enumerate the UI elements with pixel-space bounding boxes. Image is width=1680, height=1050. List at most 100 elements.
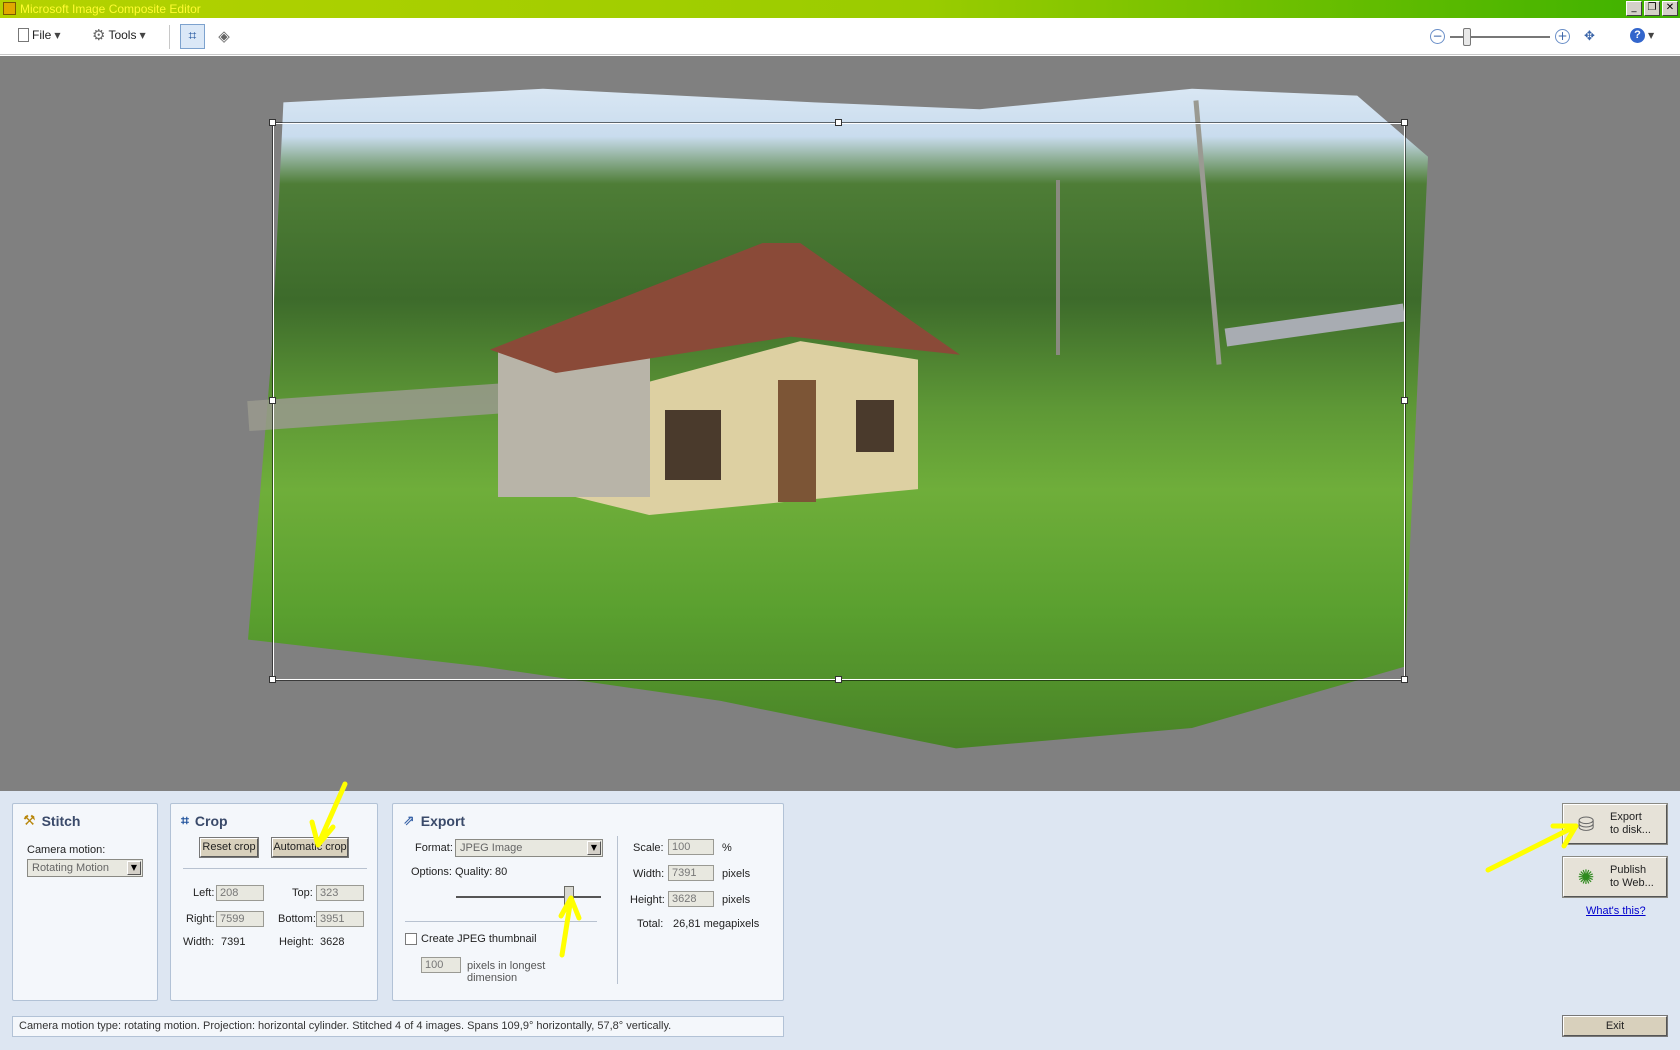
export-title: ⇗ Export — [403, 813, 465, 829]
window-controls: _ ❐ ✕ — [1626, 1, 1678, 16]
chevron-down-icon: ▼ — [54, 30, 61, 40]
export-width-label: Width: — [633, 868, 665, 880]
whats-this-link[interactable]: What's this? — [1586, 905, 1646, 917]
crop-handle-bottom-right[interactable] — [1401, 676, 1408, 683]
window-title: Microsoft Image Composite Editor — [20, 2, 201, 16]
export-panel: ⇗ Export Format: JPEG Image ▼ Options: Q… — [392, 803, 784, 1001]
stitch-icon: ⚒ — [23, 813, 36, 829]
exit-button[interactable]: Exit — [1562, 1015, 1668, 1037]
crop-panel: ⌗ Crop Reset crop Automatic crop Left: 2… — [170, 803, 378, 1001]
file-menu-label: File — [32, 28, 52, 42]
status-bar: Camera motion type: rotating motion. Pro… — [12, 1016, 784, 1037]
format-select[interactable]: JPEG Image ▼ — [455, 839, 603, 857]
zoom-out-button[interactable]: − — [1430, 29, 1445, 44]
toolbar: File ▼ ⚙ Tools ▼ ⌗ ◈ − + ✥ ? ▼ — [0, 19, 1680, 55]
crop-icon: ⌗ — [188, 28, 197, 44]
projection-tool-button[interactable]: ◈ — [214, 26, 234, 46]
crop-height-label: Height: — [279, 936, 314, 948]
export-title-label: Export — [420, 813, 466, 829]
crop-title-label: Crop — [194, 813, 228, 829]
crop-left-label: Left: — [193, 887, 215, 899]
reset-crop-button[interactable]: Reset crop — [199, 837, 259, 858]
camera-motion-select[interactable]: Rotating Motion ▼ — [27, 859, 143, 877]
document-icon — [18, 28, 29, 42]
chevron-down-icon: ▼ — [587, 841, 601, 855]
toolbar-divider — [169, 25, 170, 49]
crop-width-label: Width: — [183, 936, 215, 948]
crop-width-value: 7391 — [221, 936, 246, 948]
chevron-down-icon: ▼ — [1648, 31, 1655, 40]
crop-top-input[interactable]: 323 — [316, 885, 364, 901]
quality-label: Quality: — [455, 866, 493, 878]
publish-to-web-button[interactable]: ✺ Publish to Web... — [1562, 856, 1668, 898]
quality-slider[interactable] — [456, 896, 601, 898]
export-width-unit: pixels — [722, 868, 751, 880]
projection-icon: ◈ — [218, 27, 230, 45]
crop-handle-top-right[interactable] — [1401, 119, 1408, 126]
export-icon: ⇗ — [403, 813, 415, 829]
crop-top-label: Top: — [292, 887, 313, 899]
crop-right-input[interactable]: 7599 — [216, 911, 264, 927]
jpeg-thumbnail-label: Create JPEG thumbnail — [421, 933, 537, 945]
crop-handle-top[interactable] — [835, 119, 842, 126]
chevron-down-icon: ▼ — [139, 30, 146, 40]
crop-handle-bottom-left[interactable] — [269, 676, 276, 683]
thumbnail-size-input[interactable]: 100 — [421, 957, 461, 973]
export-height-input[interactable]: 3628 — [668, 891, 714, 907]
crop-bottom-label: Bottom: — [278, 913, 316, 925]
photosynth-icon: ✺ — [1577, 865, 1595, 889]
gear-icon: ⚙ — [92, 26, 106, 44]
quality-value: 80 — [495, 866, 508, 878]
restore-button[interactable]: ❐ — [1644, 1, 1660, 16]
disk-icon: ⛁ — [1577, 812, 1595, 836]
crop-left-input[interactable]: 208 — [216, 885, 264, 901]
stitch-panel: ⚒ Stitch Camera motion: Rotating Motion … — [12, 803, 158, 1001]
crop-handle-left[interactable] — [269, 397, 276, 404]
crop-icon: ⌗ — [181, 813, 189, 829]
total-value: 26,81 megapixels — [673, 918, 760, 930]
format-value: JPEG Image — [460, 842, 523, 854]
crop-handle-bottom[interactable] — [835, 676, 842, 683]
crop-right-label: Right: — [186, 913, 215, 925]
tools-menu[interactable]: ⚙ Tools ▼ — [92, 26, 146, 44]
stitch-title-label: Stitch — [41, 813, 81, 829]
thumbnail-size-label: pixels in longest dimension — [467, 960, 546, 984]
minimize-button[interactable]: _ — [1626, 1, 1642, 16]
zoom-slider-thumb[interactable] — [1463, 28, 1471, 46]
scale-label: Scale: — [633, 842, 664, 854]
options-label: Options: — [411, 866, 452, 878]
export-height-label: Height: — [630, 894, 665, 906]
bottom-panel: ⚒ Stitch Camera motion: Rotating Motion … — [0, 791, 1680, 1050]
export-to-disk-label: Export to disk... — [1610, 811, 1651, 836]
crop-title: ⌗ Crop — [181, 813, 228, 829]
chevron-down-icon: ▼ — [127, 861, 141, 875]
export-width-input[interactable]: 7391 — [668, 865, 714, 881]
total-label: Total: — [637, 918, 664, 930]
crop-divider — [183, 868, 367, 869]
zoom-in-button[interactable]: + — [1555, 29, 1570, 44]
help-icon: ? — [1630, 28, 1645, 43]
crop-tool-button[interactable]: ⌗ — [180, 24, 205, 49]
close-button[interactable]: ✕ — [1662, 1, 1678, 16]
file-menu[interactable]: File ▼ — [18, 28, 61, 42]
scale-input[interactable]: 100 — [668, 839, 714, 855]
export-to-disk-button[interactable]: ⛁ Export to disk... — [1562, 803, 1668, 845]
export-vertical-divider — [617, 836, 618, 984]
format-label: Format: — [415, 842, 453, 854]
title-bar: Microsoft Image Composite Editor _ ❐ ✕ — [0, 0, 1680, 18]
stitch-title: ⚒ Stitch — [23, 813, 80, 829]
crop-rectangle[interactable] — [272, 122, 1406, 681]
automatic-crop-button[interactable]: Automatic crop — [271, 837, 349, 858]
app-icon — [3, 2, 16, 15]
crop-handle-top-left[interactable] — [269, 119, 276, 126]
tools-menu-label: Tools — [108, 28, 137, 42]
jpeg-thumbnail-checkbox[interactable] — [405, 933, 417, 945]
export-height-unit: pixels — [722, 894, 751, 906]
crop-handle-right[interactable] — [1401, 397, 1408, 404]
quality-slider-thumb[interactable] — [564, 886, 574, 906]
help-menu[interactable]: ? ▼ — [1630, 28, 1654, 43]
scale-unit: % — [722, 842, 732, 854]
fit-to-window-button[interactable]: ✥ — [1581, 28, 1598, 45]
export-divider — [405, 921, 597, 922]
crop-bottom-input[interactable]: 3951 — [316, 911, 364, 927]
